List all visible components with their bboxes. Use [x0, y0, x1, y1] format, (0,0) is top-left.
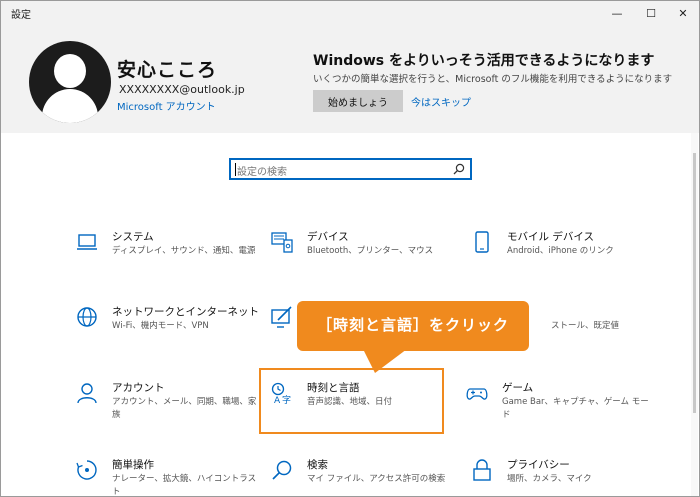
search-icon — [272, 460, 292, 480]
devices-icon — [271, 232, 293, 253]
gamepad-icon — [466, 388, 488, 400]
close-button[interactable]: ✕ — [667, 1, 699, 25]
settings-window: 設定 — ☐ ✕ 安心こころ XXXXXXXX@outlook.jp Micro… — [0, 0, 700, 497]
tile-name: システム — [112, 231, 154, 243]
tile-network-internet[interactable]: ネットワークとインターネット Wi-Fi、機内モード、VPN — [76, 304, 259, 354]
tile-ease-of-access[interactable]: 簡単操作 ナレーター、拡大鏡、ハイコントラスト — [76, 457, 256, 496]
tile-privacy[interactable]: プライバシー 場所、カメラ、マイク — [471, 457, 651, 496]
tile-description: マイ ファイル、アクセス許可の検索 — [307, 474, 446, 484]
highlight-box — [259, 368, 444, 434]
tile-description: Wi-Fi、機内モード、VPN — [112, 321, 209, 331]
text-caret — [235, 163, 236, 176]
laptop-icon — [77, 234, 97, 250]
callout-text: ［時刻と言語］をクリック — [316, 316, 509, 334]
skip-link[interactable]: 今はスキップ — [411, 94, 471, 109]
tile-description: Bluetooth、プリンター、マウス — [307, 246, 434, 256]
tile-name: 検索 — [307, 459, 328, 471]
tile-name: 簡単操作 — [112, 459, 154, 471]
globe-icon — [77, 307, 97, 327]
tile-description: ディスプレイ、サウンド、通知、電源 — [112, 246, 256, 256]
person-icon — [77, 383, 97, 404]
tile-description: ストール、既定値 — [551, 321, 620, 331]
scrollbar-thumb[interactable] — [693, 153, 696, 413]
tile-name: ネットワークとインターネット — [112, 306, 259, 318]
search-field[interactable]: 設定の検索 — [229, 158, 472, 180]
microsoft-account-link[interactable]: Microsoft アカウント — [117, 98, 216, 113]
tile-accounts[interactable]: アカウント アカウント、メール、同期、職場、家族 — [76, 380, 256, 430]
callout-pointer — [363, 349, 407, 373]
personalization-icon — [271, 306, 292, 328]
tile-name: モバイル デバイス — [507, 231, 595, 243]
tile-description: Game Bar、キャプチャ、ゲーム モード — [502, 397, 649, 420]
tile-name: アカウント — [112, 382, 165, 394]
tile-search[interactable]: 検索 マイ ファイル、アクセス許可の検索 — [271, 457, 451, 496]
window-title: 設定 — [11, 10, 31, 21]
tile-description: Android、iPhone のリンク — [507, 246, 614, 256]
user-name: 安心こころ — [117, 59, 218, 81]
tile-apps[interactable]: ストール、既定値 — [551, 304, 681, 354]
user-email: XXXXXXXX@outlook.jp — [119, 83, 245, 96]
avatar-body-shape — [42, 89, 98, 123]
tile-name: ゲーム — [502, 382, 534, 394]
avatar — [29, 41, 111, 123]
tile-devices[interactable]: デバイス Bluetooth、プリンター、マウス — [271, 229, 451, 279]
avatar-head-shape — [54, 54, 86, 88]
title-bar: 設定 — ☐ ✕ — [1, 1, 699, 25]
promo-title: Windows をよりいっそう活用できるようになります — [313, 53, 655, 69]
tile-description: 場所、カメラ、マイク — [507, 474, 592, 484]
lock-icon — [473, 459, 491, 481]
tile-mobile-devices[interactable]: モバイル デバイス Android、iPhone のリンク — [471, 229, 651, 279]
get-started-button[interactable]: 始めましょう — [313, 90, 403, 112]
search-placeholder: 設定の検索 — [237, 167, 287, 178]
scrollbar[interactable] — [691, 133, 698, 496]
tile-name: プライバシー — [507, 459, 570, 471]
promo-description: いくつかの簡単な選択を行うと、Microsoft のフル機能を利用できるようにな… — [313, 74, 673, 85]
tile-gaming[interactable]: ゲーム Game Bar、キャプチャ、ゲーム モード — [466, 380, 649, 430]
search-icon — [453, 163, 465, 175]
tile-description: ナレーター、拡大鏡、ハイコントラスト — [112, 474, 257, 497]
tile-description: アカウント、メール、同期、職場、家族 — [112, 397, 257, 420]
instruction-callout: ［時刻と言語］をクリック — [297, 301, 529, 351]
account-header: 安心こころ XXXXXXXX@outlook.jp Microsoft アカウン… — [1, 25, 699, 133]
ease-of-access-icon — [76, 460, 97, 480]
maximize-button[interactable]: ☐ — [635, 1, 667, 25]
tile-system[interactable]: システム ディスプレイ、サウンド、通知、電源 — [76, 229, 256, 279]
minimize-button[interactable]: — — [601, 1, 633, 25]
phone-icon — [475, 231, 489, 253]
tile-name: デバイス — [307, 231, 349, 243]
